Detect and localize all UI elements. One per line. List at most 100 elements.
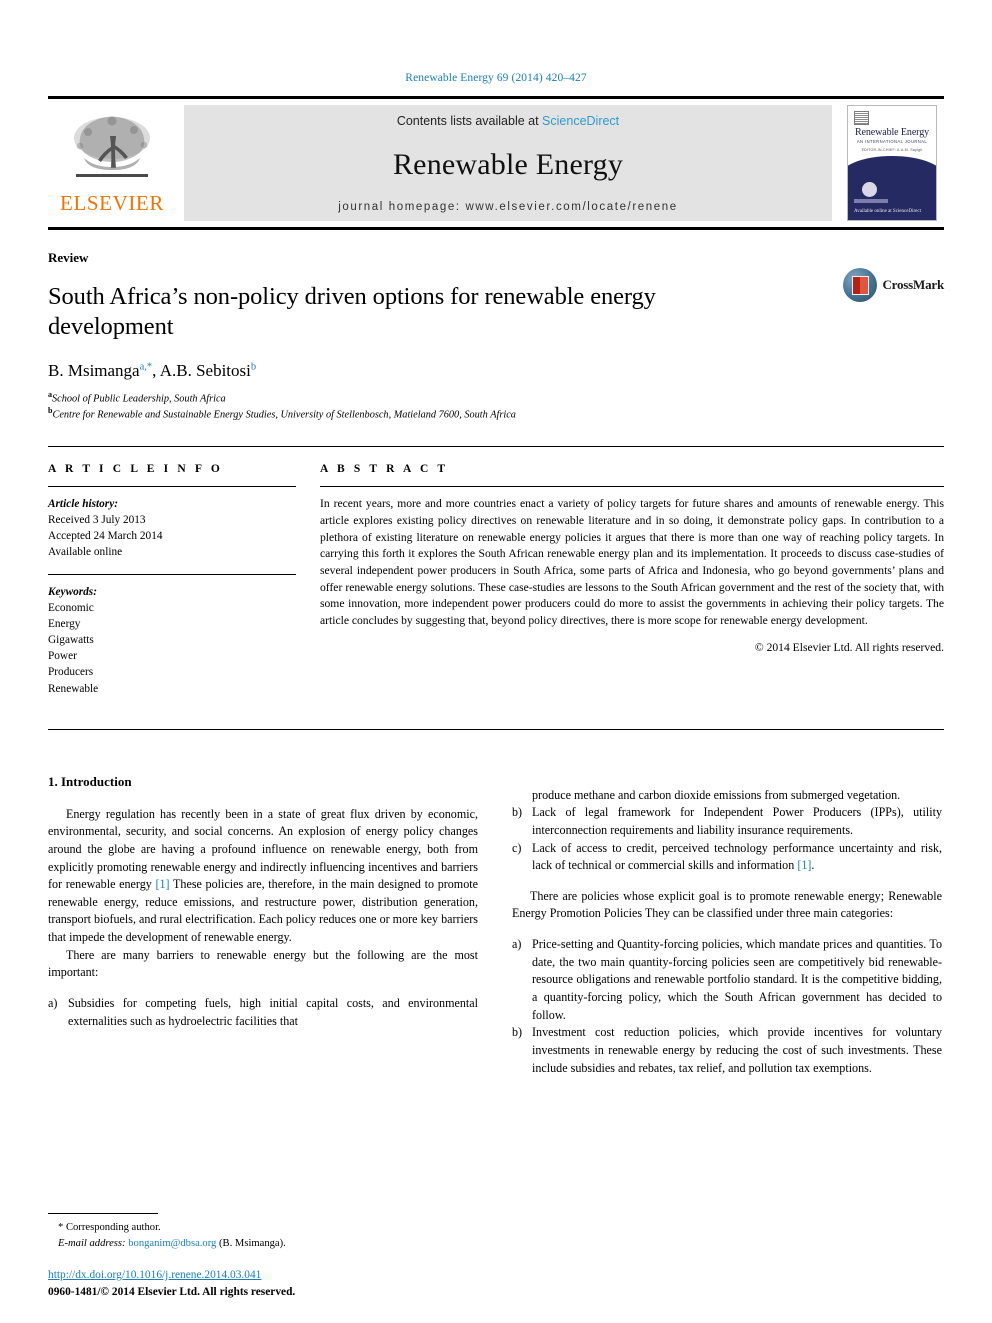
list-item-text-b: . bbox=[811, 858, 815, 873]
elsevier-tree-icon bbox=[74, 116, 150, 177]
keyword-item: Gigawatts bbox=[48, 634, 94, 647]
affiliation-b: bCentre for Renewable and Sustainable En… bbox=[48, 406, 944, 422]
history-accepted: Accepted 24 March 2014 bbox=[48, 530, 163, 543]
abstract-rule bbox=[320, 486, 944, 488]
list-item-marker: b) bbox=[512, 805, 523, 820]
abstract-text: In recent years, more and more countries… bbox=[320, 497, 944, 627]
affiliation-a: aSchool of Public Leadership, South Afri… bbox=[48, 390, 944, 406]
affiliation-a-text: School of Public Leadership, South Afric… bbox=[52, 393, 226, 405]
journal-cover-thumbnail: Renewable Energy AN INTERNATIONAL JOURNA… bbox=[847, 105, 937, 221]
list-item: c) Lack of access to credit, perceived te… bbox=[512, 840, 942, 875]
section-heading-introduction: 1. Introduction bbox=[48, 773, 132, 789]
list-item: a) Subsidies for competing fuels, high in… bbox=[48, 995, 478, 1030]
cover-seal-caption bbox=[854, 199, 888, 203]
author-1-name: B. Msimanga bbox=[48, 360, 140, 380]
masthead-center: Contents lists available at ScienceDirec… bbox=[184, 105, 832, 221]
paper-page: Renewable Energy 69 (2014) 420–427 ELSEV… bbox=[0, 0, 992, 1323]
cover-title: Renewable Energy bbox=[854, 127, 930, 138]
article-header: Review South Africa’s non-policy driven … bbox=[48, 250, 944, 422]
doi-link[interactable]: http://dx.doi.org/10.1016/j.renene.2014.… bbox=[48, 1267, 295, 1284]
doi-block: http://dx.doi.org/10.1016/j.renene.2014.… bbox=[48, 1267, 295, 1301]
citation-ref-1[interactable]: [1] bbox=[797, 858, 811, 872]
list-item-text: Investment cost reduction policies, whic… bbox=[532, 1025, 942, 1075]
policies-paragraph: There are policies whose explicit goal i… bbox=[512, 888, 942, 921]
crossmark-icon bbox=[843, 268, 878, 302]
running-head: Renewable Energy 69 (2014) 420–427 bbox=[405, 72, 587, 84]
list-item: b) Investment cost reduction policies, wh… bbox=[512, 1024, 942, 1077]
list-item-marker: c) bbox=[512, 840, 522, 855]
contents-prefix: Contents lists available at bbox=[396, 114, 543, 128]
email-owner: (B. Msimanga). bbox=[216, 1237, 286, 1249]
info-abstract-block: A R T I C L E I N F O Article history: R… bbox=[48, 446, 944, 710]
list-item-marker: a) bbox=[512, 937, 522, 952]
abstract-column: A B S T R A C T In recent years, more an… bbox=[320, 463, 944, 710]
footnote-block: * Corresponding author. E-mail address: … bbox=[48, 1213, 478, 1251]
keyword-item: Economic bbox=[48, 602, 94, 615]
body-column-left: 1. Introduction Energy regulation has re… bbox=[48, 774, 478, 1078]
abstract-heading: A B S T R A C T bbox=[320, 463, 449, 476]
footnote-rule bbox=[48, 1213, 158, 1215]
author-1-affiliation-marker[interactable]: a,* bbox=[140, 361, 153, 372]
article-type: Review bbox=[48, 250, 89, 265]
intro-paragraph-1: Energy regulation has recently been in a… bbox=[48, 806, 478, 947]
article-title: South Africa’s non-policy driven options… bbox=[48, 283, 656, 341]
keyword-item: Energy bbox=[48, 618, 81, 631]
history-received: Received 3 July 2013 bbox=[48, 514, 146, 527]
list-item-text: Price-setting and Quantity-forcing polic… bbox=[532, 937, 942, 1022]
body-column-right: produce methane and carbon dioxide emiss… bbox=[512, 774, 942, 1078]
policy-categories-list: a) Price-setting and Quantity-forcing pol… bbox=[512, 936, 942, 1077]
list-item-text: Subsidies for competing fuels, high init… bbox=[68, 996, 478, 1028]
barriers-list: a) Subsidies for competing fuels, high in… bbox=[48, 995, 478, 1030]
keyword-item: Producers bbox=[48, 666, 94, 679]
citation-ref-1[interactable]: [1] bbox=[155, 877, 169, 891]
sciencedirect-link[interactable]: ScienceDirect bbox=[542, 114, 619, 128]
list-item-text: produce methane and carbon dioxide emiss… bbox=[532, 787, 901, 802]
elsevier-wordmark: ELSEVIER bbox=[60, 191, 164, 215]
article-info-rule bbox=[48, 486, 296, 488]
list-item-marker: b) bbox=[512, 1025, 523, 1040]
corresponding-author-note: * Corresponding author. bbox=[58, 1222, 161, 1234]
cover-subtitle: AN INTERNATIONAL JOURNAL bbox=[856, 139, 928, 144]
journal-homepage-link[interactable]: journal homepage: www.elsevier.com/locat… bbox=[338, 201, 678, 213]
crossmark-book-icon bbox=[851, 275, 869, 295]
keyword-item: Power bbox=[48, 650, 77, 663]
cover-editors: EDITOR-IN-CHIEF: A.A.M. Sayigh bbox=[861, 148, 923, 152]
keyword-item: Renewable bbox=[48, 682, 99, 695]
list-item: produce methane and carbon dioxide emiss… bbox=[512, 787, 942, 805]
history-available: Available online bbox=[48, 546, 123, 559]
journal-masthead: ELSEVIER Contents lists available at Sci… bbox=[48, 96, 944, 230]
list-item: a) Price-setting and Quantity-forcing pol… bbox=[512, 936, 942, 1024]
crossmark-label: CrossMark bbox=[882, 277, 944, 292]
keywords-rule bbox=[48, 574, 296, 576]
keywords-label: Keywords: bbox=[48, 586, 97, 599]
publisher-logo: ELSEVIER bbox=[48, 99, 176, 227]
article-history-label: Article history: bbox=[48, 498, 118, 511]
body-columns: 1. Introduction Energy regulation has re… bbox=[48, 774, 944, 1078]
masthead-right: Renewable Energy AN INTERNATIONAL JOURNA… bbox=[840, 99, 944, 227]
cover-seal-icon bbox=[862, 182, 877, 197]
crossmark-badge[interactable]: CrossMark bbox=[843, 268, 944, 302]
article-info-heading: A R T I C L E I N F O bbox=[48, 463, 223, 476]
list-item: b) Lack of legal framework for Independen… bbox=[512, 804, 942, 839]
email-link[interactable]: bonganim@dbsa.org bbox=[128, 1238, 216, 1249]
article-info-column: A R T I C L E I N F O Article history: R… bbox=[48, 463, 296, 710]
author-2-affiliation-marker[interactable]: b bbox=[251, 361, 256, 372]
list-item-text: Lack of legal framework for Independent … bbox=[532, 805, 942, 837]
list-item-marker: a) bbox=[48, 996, 58, 1011]
keywords-list: Keywords: Economic Energy Gigawatts Powe… bbox=[48, 584, 296, 696]
author-2-name: , A.B. Sebitosi bbox=[152, 360, 251, 380]
abstract-copyright: © 2014 Elsevier Ltd. All rights reserved… bbox=[754, 640, 944, 654]
author-list: B. Msimangaa,*, A.B. Sebitosib bbox=[48, 361, 944, 381]
issn-copyright: 0960-1481/© 2014 Elsevier Ltd. All right… bbox=[48, 1285, 296, 1298]
cover-publisher-icon bbox=[854, 111, 869, 125]
journal-title: Renewable Energy bbox=[392, 147, 624, 181]
cover-footer-text: Available online at ScienceDirect bbox=[854, 208, 921, 214]
contents-available-line: Contents lists available at ScienceDirec… bbox=[397, 114, 619, 128]
email-note: E-mail address: bonganim@dbsa.org (B. Ms… bbox=[48, 1236, 478, 1251]
intro-paragraph-2: There are many barriers to renewable ene… bbox=[48, 947, 478, 980]
abstract-bottom-rule bbox=[48, 728, 944, 730]
affiliation-b-text: Centre for Renewable and Sustainable Ene… bbox=[52, 409, 516, 421]
barriers-list-continued: produce methane and carbon dioxide emiss… bbox=[512, 787, 942, 875]
list-item-text-a: Lack of access to credit, perceived tech… bbox=[532, 840, 942, 873]
